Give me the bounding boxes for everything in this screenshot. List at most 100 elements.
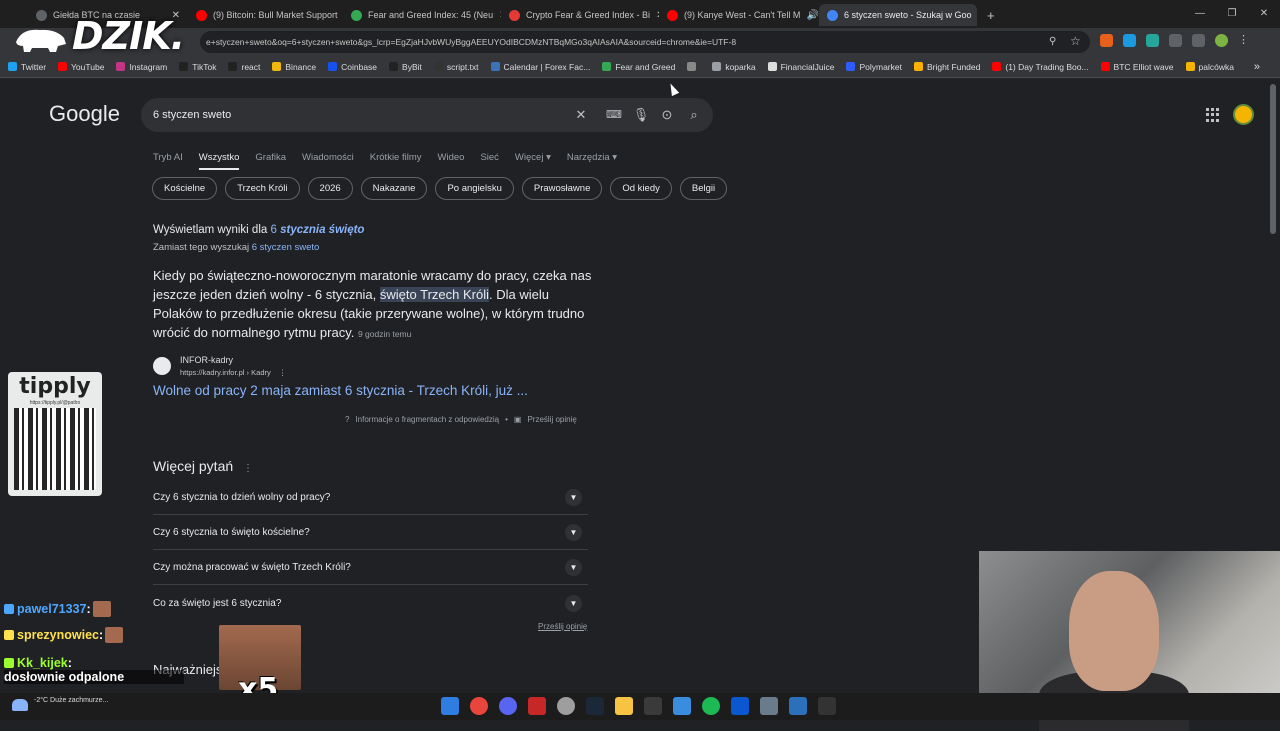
paa-feedback-link[interactable]: Prześlij opinię [538, 622, 587, 631]
bookmark-item[interactable]: YouTube [58, 62, 104, 72]
refinement-chip[interactable]: Nakazane [360, 177, 428, 200]
account-avatar[interactable] [1233, 104, 1254, 125]
tab-3[interactable]: Crypto Fear & Greed Index - Bi✕ [501, 4, 659, 26]
tab-4[interactable]: (9) Kanye West - Can't Tell M🔊 ✕ [659, 4, 819, 26]
bookmark-item[interactable]: Binance [272, 62, 316, 72]
search-tab[interactable]: Więcej ▾ [515, 152, 551, 170]
steam-icon[interactable] [586, 697, 604, 715]
refinement-chip[interactable]: Belgii [679, 177, 728, 200]
notepad-icon[interactable] [760, 697, 778, 715]
photos-icon[interactable] [789, 697, 807, 715]
search-tab[interactable]: Wideo [438, 152, 465, 170]
maximize-icon[interactable]: ❐ [1216, 0, 1248, 28]
chevron-down-icon[interactable]: ▼ [565, 559, 582, 576]
puzzle-icon[interactable] [1169, 34, 1182, 47]
bookmark-item[interactable] [687, 62, 700, 71]
chevron-down-icon[interactable]: ▼ [565, 524, 582, 541]
search-box[interactable]: 6 styczen sweto ✕ ⌨ 🎙 ⊙ ⌕ [141, 98, 713, 132]
location-icon[interactable]: ⚲ [1049, 36, 1056, 47]
original-query-link[interactable]: 6 styczen sweto [252, 242, 320, 253]
tab-2[interactable]: Fear and Greed Index: 45 (Neu✕ [343, 4, 501, 26]
refinement-chip[interactable]: Po angielsku [435, 177, 514, 200]
weather-widget[interactable]: -2°C Duże zachmurze... [34, 697, 108, 704]
windows-start-icon[interactable] [441, 697, 459, 715]
bookmark-item[interactable]: Polymarket [846, 62, 902, 72]
bookmark-item[interactable]: ByBit [389, 62, 422, 72]
paa-question[interactable]: Co za święto jest 6 stycznia? ▼ [153, 586, 588, 621]
search-tab[interactable]: Wiadomości [302, 152, 354, 170]
source-name[interactable]: INFOR-kadry [180, 355, 233, 365]
bookmark-item[interactable]: TikTok [179, 62, 216, 72]
bookmark-item[interactable]: palcówka [1185, 62, 1234, 72]
refinement-chip[interactable]: 2026 [307, 177, 353, 200]
bookmarks-overflow-icon[interactable]: » [1254, 61, 1260, 73]
bookmark-item[interactable]: Instagram [116, 62, 167, 72]
bookmark-star-icon[interactable]: ☆ [1070, 34, 1081, 48]
bookmark-item[interactable]: Coinbase [328, 62, 377, 72]
search-input[interactable]: 6 styczen sweto [153, 98, 231, 132]
search-icon[interactable]: ⌕ [685, 106, 703, 124]
app-icon[interactable] [528, 697, 546, 715]
bookmark-item[interactable]: Twitter [8, 62, 46, 72]
folder-icon[interactable] [615, 697, 633, 715]
bookmark-item[interactable]: (1) Day Trading Boo... [992, 62, 1089, 72]
bookmark-item[interactable]: Calendar | Forex Fac... [490, 62, 590, 72]
new-tab-button[interactable]: + [979, 4, 999, 26]
clear-icon[interactable]: ✕ [572, 106, 590, 124]
bookmark-item[interactable]: Bright Funded [913, 62, 980, 72]
tab-1[interactable]: (9) Bitcoin: Bull Market Support✕ [188, 4, 343, 26]
keyboard-icon[interactable]: ⌨ [605, 106, 623, 124]
lens-icon[interactable]: ⊙ [658, 106, 676, 124]
app-icon[interactable] [644, 697, 662, 715]
search-tab[interactable]: Tryb AI [153, 152, 183, 170]
search-tab[interactable]: Wszystko [198, 152, 240, 170]
extension-icon[interactable] [1123, 34, 1136, 47]
chrome-icon[interactable] [470, 697, 488, 715]
refinement-chip[interactable]: Od kiedy [610, 177, 672, 200]
search-tab[interactable]: Narzędzia ▾ [567, 152, 617, 170]
extension-icon[interactable] [1146, 34, 1159, 47]
paa-question[interactable]: Czy 6 stycznia to dzień wolny od pracy? ▼ [153, 480, 588, 515]
spotify-icon[interactable] [702, 697, 720, 715]
address-bar[interactable]: e+styczen+sweto&oq=6+styczen+sweto&gs_lc… [200, 31, 1090, 53]
extension-icon[interactable] [1100, 34, 1113, 47]
bookmark-item[interactable]: FinancialJuice [767, 62, 834, 72]
discord-icon[interactable] [499, 697, 517, 715]
more-options-icon[interactable]: ⋮ [243, 463, 253, 474]
google-logo[interactable]: Google [49, 101, 120, 127]
refinement-chip[interactable]: Kościelne [152, 177, 218, 200]
result-title-link[interactable]: Wolne od pracy 2 maja zamiast 6 stycznia… [153, 383, 528, 398]
scrollbar[interactable] [1270, 84, 1276, 234]
bookmark-item[interactable]: Fear and Greed [602, 62, 675, 72]
tab-search-icon[interactable] [1192, 34, 1205, 47]
refinement-chip[interactable]: Trzech Króli [225, 177, 300, 200]
corrected-query-link[interactable]: 6 stycznia święto [270, 224, 364, 236]
bookmark-item[interactable]: BTC Elliot wave [1100, 62, 1174, 72]
source-favicon[interactable] [153, 357, 171, 375]
bookmark-item[interactable]: script.txt [433, 62, 479, 72]
search-tab[interactable]: Krótkie filmy [370, 152, 422, 170]
more-options-icon[interactable]: ⋮ [279, 368, 287, 377]
tab-5-active[interactable]: 6 styczen sweto - Szukaj w Goo✕ [819, 4, 977, 26]
chevron-down-icon[interactable]: ▼ [565, 489, 582, 506]
close-icon[interactable]: ✕ [650, 10, 659, 21]
menu-icon[interactable]: ⋮ [1238, 34, 1251, 47]
microphone-icon[interactable]: 🎙 [632, 106, 650, 124]
profile-avatar[interactable] [1215, 34, 1228, 47]
minimize-icon[interactable]: — [1184, 0, 1216, 28]
refinement-chip[interactable]: Prawosławne [521, 177, 603, 200]
bookmark-item[interactable]: koparka [712, 62, 756, 72]
app-icon[interactable] [731, 697, 749, 715]
obs-icon[interactable] [557, 697, 575, 715]
feedback-link[interactable]: Prześlij opinię [527, 415, 576, 424]
speaker-icon[interactable]: 🔊 ✕ [800, 10, 819, 21]
close-icon[interactable]: ✕ [972, 10, 977, 21]
app-icon[interactable] [673, 697, 691, 715]
paa-question[interactable]: Czy 6 stycznia to święto kościelne? ▼ [153, 515, 588, 550]
bookmark-item[interactable]: react [228, 62, 260, 72]
search-tab[interactable]: Grafika [255, 152, 286, 170]
search-tab[interactable]: Sieć [480, 152, 498, 170]
apps-grid-icon[interactable] [1206, 108, 1220, 122]
terminal-icon[interactable] [818, 697, 836, 715]
about-snippets-link[interactable]: Informacje o fragmentach z odpowiedzią [355, 415, 499, 424]
